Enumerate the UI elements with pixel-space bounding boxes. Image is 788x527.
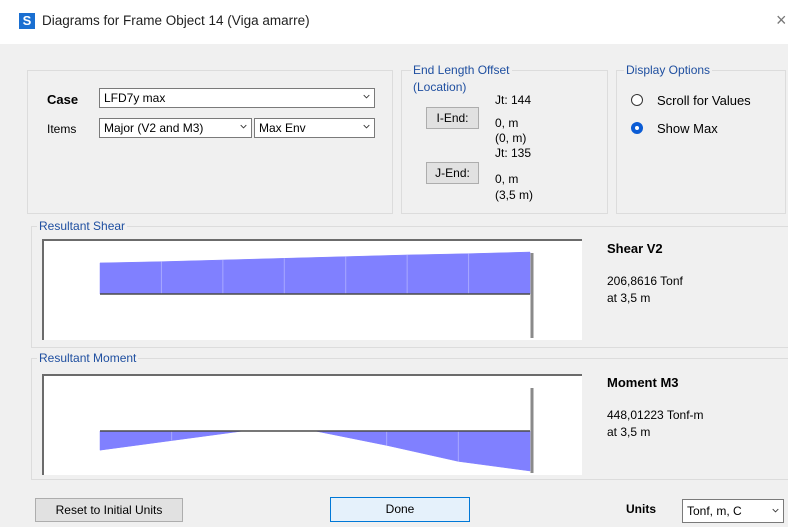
shear-segment	[99, 261, 162, 295]
done-button[interactable]: Done	[330, 497, 470, 522]
shear-max-location: at 3,5 m	[607, 291, 651, 305]
units-label: Units	[626, 502, 656, 516]
i-end-offset: 0, m	[495, 116, 519, 130]
units-select[interactable]: Tonf, m, C	[682, 499, 784, 523]
end-length-offset-subtitle: (Location)	[411, 80, 469, 94]
shear-diagram	[99, 251, 534, 338]
case-select[interactable]: LFD7y max	[99, 88, 375, 108]
end-length-offset-title: End Length Offset	[411, 63, 512, 77]
shear-heading: Shear V2	[607, 241, 663, 256]
shear-segment	[406, 253, 469, 295]
i-end-button[interactable]: I-End:	[426, 107, 479, 129]
shear-segment	[345, 254, 408, 295]
j-end-location: (3,5 m)	[495, 188, 534, 202]
moment-segment	[386, 430, 459, 462]
chevron-down-icon	[240, 124, 247, 129]
close-icon[interactable]: ×	[776, 10, 787, 31]
chevron-down-icon	[772, 508, 779, 513]
i-end-location: (0, m)	[495, 131, 527, 145]
window-title: Diagrams for Frame Object 14 (Viga amarr…	[42, 13, 310, 28]
reset-units-button[interactable]: Reset to Initial Units	[35, 498, 183, 522]
items-envelope-select[interactable]: Max Env	[254, 118, 375, 138]
moment-segment	[458, 430, 531, 472]
show-max-radio[interactable]	[631, 122, 643, 134]
units-select-value: Tonf, m, C	[687, 504, 742, 518]
resultant-moment-title: Resultant Moment	[37, 351, 139, 365]
shear-segment	[284, 256, 346, 295]
shear-diagram-panel	[42, 239, 582, 340]
moment-segment	[314, 430, 387, 446]
moment-max-value: 448,01223 Tonf-m	[607, 408, 704, 422]
chevron-down-icon	[363, 94, 370, 99]
j-end-button[interactable]: J-End:	[426, 162, 479, 184]
moment-max-location: at 3,5 m	[607, 425, 651, 439]
display-options-group	[616, 70, 786, 214]
items-component-value: Major (V2 and M3)	[104, 121, 204, 135]
moment-segment	[171, 430, 244, 441]
j-end-offset: 0, m	[495, 172, 519, 186]
scroll-for-values-label[interactable]: Scroll for Values	[657, 93, 751, 108]
moment-segment	[99, 430, 172, 451]
moment-heading: Moment M3	[607, 375, 679, 390]
i-end-joint: Jt: 144	[495, 93, 532, 107]
moment-diagram-panel	[42, 374, 582, 475]
case-label: Case	[47, 92, 79, 107]
items-label: Items	[47, 122, 77, 136]
shear-max-value: 206,8616 Tonf	[607, 274, 683, 288]
items-envelope-value: Max Env	[259, 121, 306, 135]
app-logo-icon: S	[19, 13, 35, 29]
display-options-title: Display Options	[624, 63, 713, 77]
j-end-joint: Jt: 135	[495, 146, 532, 160]
case-select-value: LFD7y max	[104, 91, 166, 105]
resultant-shear-title: Resultant Shear	[37, 219, 128, 233]
shear-segment	[222, 258, 285, 295]
shear-segment	[161, 259, 224, 295]
scroll-for-values-radio[interactable]	[631, 94, 643, 106]
show-max-label[interactable]: Show Max	[657, 121, 718, 136]
chevron-down-icon	[363, 124, 370, 129]
moment-diagram	[99, 388, 534, 473]
shear-segment	[468, 251, 531, 295]
items-component-select[interactable]: Major (V2 and M3)	[99, 118, 252, 138]
